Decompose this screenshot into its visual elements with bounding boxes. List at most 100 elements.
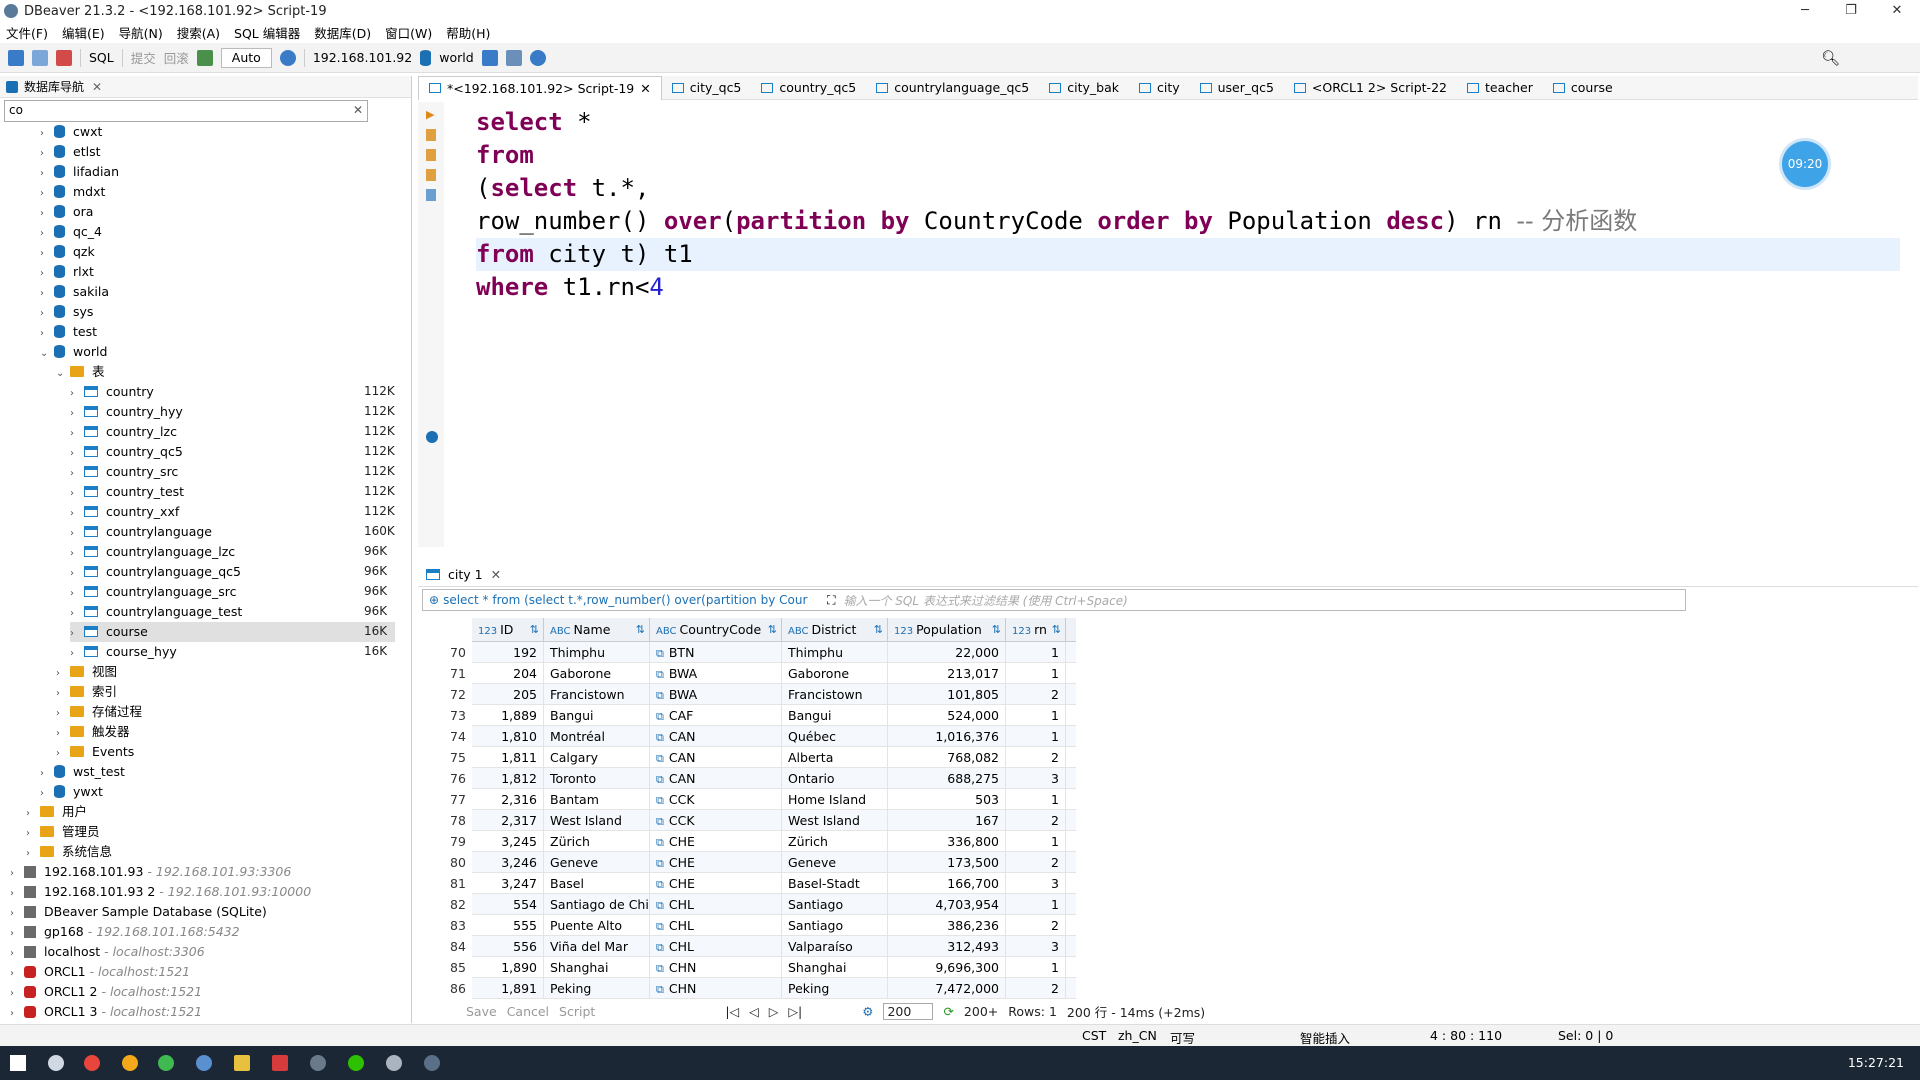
table-row[interactable]: 1,889 Bangui ⧉ CAF Bangui 524,000 1 [472, 705, 1076, 726]
chevron-right-icon[interactable]: › [70, 424, 84, 444]
cell-district[interactable]: Ontario [782, 768, 888, 788]
sql-button[interactable]: SQL [89, 50, 114, 65]
tree-item[interactable]: › ORCL1 - localhost:1521 [10, 962, 190, 982]
tree-item[interactable]: › etlst [40, 142, 100, 162]
chevron-right-icon[interactable]: › [10, 1004, 24, 1024]
col-countrycode[interactable]: ABC CountryCode ⇅ [650, 618, 782, 641]
cell-district[interactable]: Bangui [782, 705, 888, 725]
cell-pop[interactable]: 4,703,954 [888, 894, 1006, 914]
tree-item[interactable]: › 触发器 [56, 722, 130, 742]
table-row[interactable]: 3,247 Basel ⧉ CHE Basel-Stadt 166,700 3 [472, 873, 1076, 894]
tree-item[interactable]: › country [70, 382, 154, 402]
cell-id[interactable]: 1,890 [472, 957, 544, 977]
cell-name[interactable]: Bangui [544, 705, 650, 725]
load-plan-icon[interactable] [426, 169, 436, 181]
cell-rn[interactable]: 2 [1006, 810, 1066, 830]
cell-cc[interactable]: ⧉ CAF [650, 705, 782, 725]
cell-pop[interactable]: 167 [888, 810, 1006, 830]
tree-item[interactable]: › 系统信息 [26, 842, 112, 862]
menu-sql-editor[interactable]: SQL 编辑器 [234, 23, 300, 42]
tree-item[interactable]: › 索引 [56, 682, 117, 702]
dashboard-icon[interactable] [481, 49, 498, 66]
cell-pop[interactable]: 213,017 [888, 663, 1006, 683]
cell-pop[interactable]: 166,700 [888, 873, 1006, 893]
chevron-right-icon[interactable]: › [56, 664, 70, 684]
windows-start-icon[interactable] [10, 1055, 26, 1071]
cell-rn[interactable]: 2 [1006, 915, 1066, 935]
editor-tab[interactable]: country_qc5 [751, 76, 866, 100]
fetch-size-input[interactable]: 200 [883, 1002, 934, 1020]
tree-item[interactable]: › countrylanguage_qc5 [70, 562, 241, 582]
cell-pop[interactable]: 768,082 [888, 747, 1006, 767]
commit-mode-select[interactable]: Auto [220, 47, 272, 68]
taskbar-app-icon[interactable] [122, 1055, 138, 1071]
cell-name[interactable]: Thimphu [544, 642, 650, 662]
chevron-right-icon[interactable]: › [56, 724, 70, 744]
chevron-right-icon[interactable]: › [40, 264, 54, 284]
table-row[interactable]: 3,246 Geneve ⧉ CHE Geneve 173,500 2 [472, 852, 1076, 873]
col-population[interactable]: 123 Population ⇅ [888, 618, 1006, 641]
tree-item[interactable]: › gp168 - 192.168.101.168:5432 [10, 922, 240, 942]
editor-tab[interactable]: user_qc5 [1190, 76, 1284, 100]
settings-task-icon[interactable] [386, 1055, 402, 1071]
cell-district[interactable]: Peking [782, 978, 888, 998]
filter-input[interactable]: 输入一个 SQL 表达式来过滤结果 (使用 Ctrl+Space) [843, 592, 1127, 609]
table-row[interactable]: 2,316 Bantam ⧉ CCK Home Island 503 1 [472, 789, 1076, 810]
cell-name[interactable]: Gaborone [544, 663, 650, 683]
table-row[interactable]: 1,810 Montréal ⧉ CAN Québec 1,016,376 1 [472, 726, 1076, 747]
editor-tab[interactable]: *<192.168.101.92> Script-19 ✕ [418, 75, 662, 100]
chevron-right-icon[interactable]: › [10, 864, 24, 884]
commit-button[interactable]: 提交 [131, 48, 156, 67]
results-filter-bar[interactable]: ⊕ select * from (select t.*,row_number()… [422, 589, 1686, 611]
tree-item[interactable]: › country_src [70, 462, 178, 482]
tree-item[interactable]: › DBeaver Sample Database (SQLite) [10, 902, 267, 922]
cell-id[interactable]: 1,891 [472, 978, 544, 998]
cell-pop[interactable]: 386,236 [888, 915, 1006, 935]
tree-item[interactable]: › ORCL1 3 - localhost:1521 [10, 1002, 202, 1022]
cell-pop[interactable]: 7,472,000 [888, 978, 1006, 998]
new-connection-icon[interactable] [8, 49, 24, 66]
cell-name[interactable]: Shanghai [544, 957, 650, 977]
cell-cc[interactable]: ⧉ CHL [650, 936, 782, 956]
menu-edit[interactable]: 编辑(E) [62, 23, 105, 42]
tree-item[interactable]: › ywxt [40, 782, 103, 802]
table-row[interactable]: 556 Viña del Mar ⧉ CHL Valparaíso 312,493 3 [472, 936, 1076, 957]
tree-item[interactable]: › lifadian [40, 162, 119, 182]
global-search-icon[interactable]: 🔍︎ [1821, 49, 1840, 67]
disconnect-icon[interactable] [56, 49, 72, 66]
foreign-key-link-icon[interactable]: ⧉ [656, 815, 664, 828]
menu-search[interactable]: 搜索(A) [177, 23, 220, 42]
wps-icon[interactable] [272, 1055, 288, 1071]
next-page-icon[interactable]: ▷ [769, 1004, 779, 1019]
chevron-right-icon[interactable]: › [40, 204, 54, 224]
chevron-right-icon[interactable]: › [40, 324, 54, 344]
tree-item[interactable]: › countrylanguage_test [70, 602, 242, 622]
cell-district[interactable]: Francistown [782, 684, 888, 704]
tree-item[interactable]: › 用户 [26, 802, 87, 822]
chevron-right-icon[interactable]: › [70, 444, 84, 464]
cell-id[interactable]: 192 [472, 642, 544, 662]
active-connection-select[interactable]: 192.168.101.92 [313, 50, 412, 65]
chevron-right-icon[interactable]: › [56, 684, 70, 704]
cell-cc[interactable]: ⧉ BTN [650, 642, 782, 662]
tree-item[interactable]: › qc_4 [40, 222, 102, 242]
table-row[interactable]: 192 Thimphu ⧉ BTN Thimphu 22,000 1 [472, 642, 1076, 663]
tree-item[interactable]: ⌄ world [40, 342, 107, 362]
col-rn[interactable]: 123 rn ⇅ [1006, 618, 1066, 641]
tree-item[interactable]: › countrylanguage [70, 522, 212, 542]
tree-item[interactable]: › test [40, 322, 97, 342]
cell-district[interactable]: Santiago [782, 894, 888, 914]
cell-pop[interactable]: 101,805 [888, 684, 1006, 704]
chevron-right-icon[interactable]: › [70, 404, 84, 424]
cell-cc[interactable]: ⧉ BWA [650, 684, 782, 704]
cell-name[interactable]: Bantam [544, 789, 650, 809]
cell-district[interactable]: Shanghai [782, 957, 888, 977]
tree-item[interactable]: › localhost - localhost:3306 [10, 942, 205, 962]
search-icon[interactable] [529, 49, 546, 66]
maximize-button[interactable]: ❐ [1828, 0, 1874, 22]
tree-item[interactable]: › 192.168.101.93 - 192.168.101.93:3306 [10, 862, 291, 882]
results-tab-city[interactable]: city 1 [448, 567, 483, 582]
cell-cc[interactable]: ⧉ CAN [650, 726, 782, 746]
table-row[interactable]: 1,891 Peking ⧉ CHN Peking 7,472,000 2 [472, 978, 1076, 999]
cell-cc[interactable]: ⧉ CHE [650, 852, 782, 872]
